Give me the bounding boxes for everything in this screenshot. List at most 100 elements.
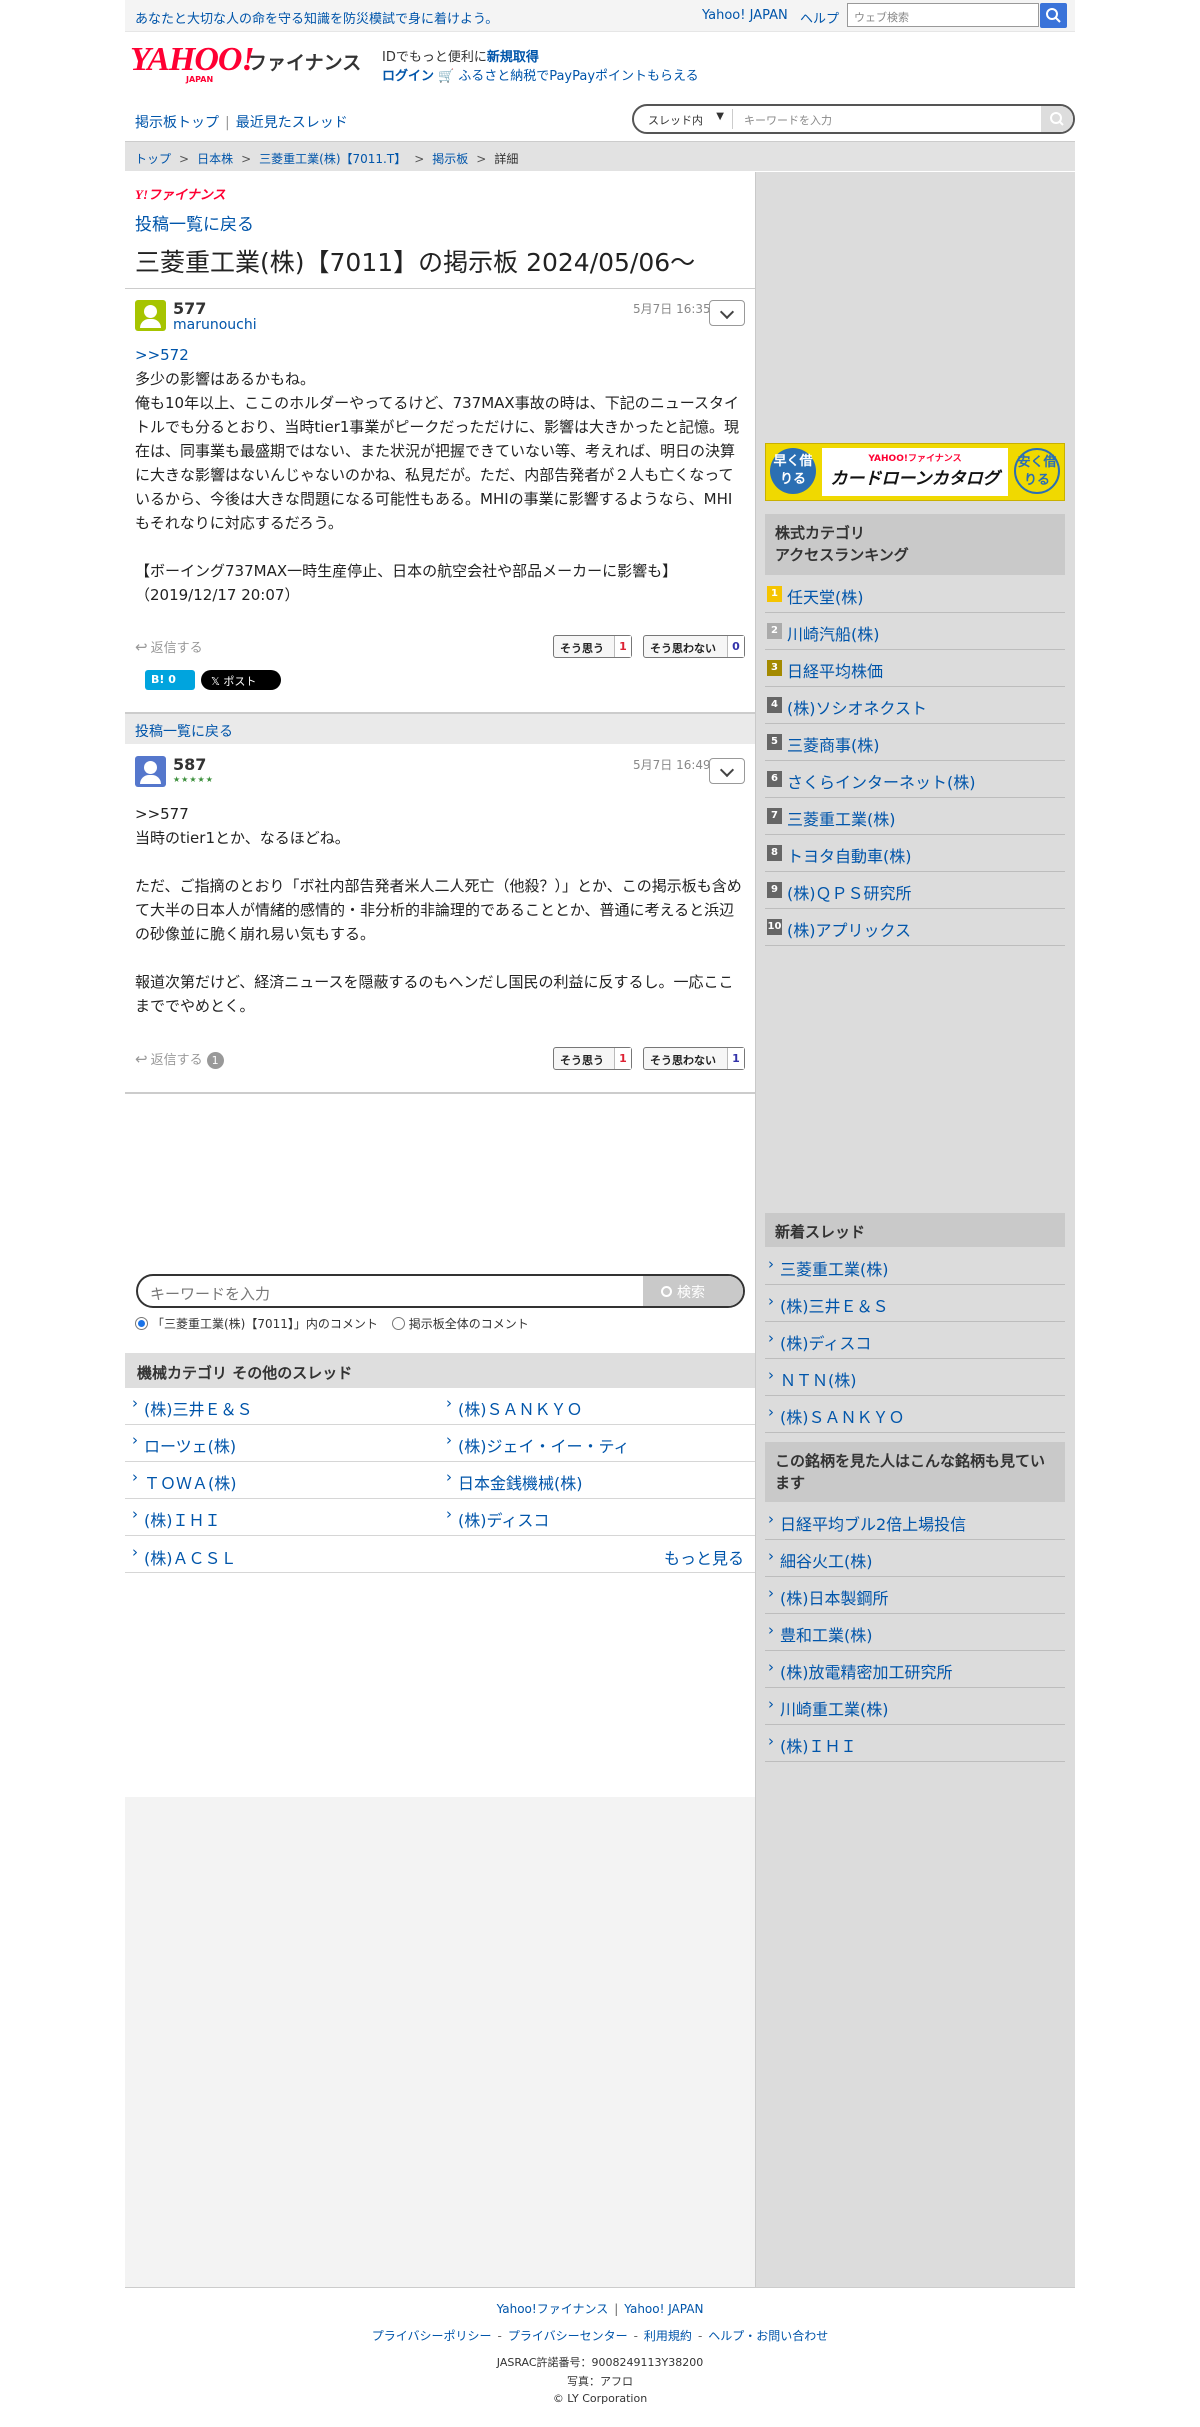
ranking-item[interactable]: 5 三菱商事(株) <box>765 724 1065 761</box>
disagree-button[interactable]: そう思わない 0 <box>643 635 745 658</box>
other-thread-link[interactable]: ＴＯＷＡ(株) <box>130 1468 237 1494</box>
other-thread-link[interactable]: (株)ジェイ・イー・ティ <box>444 1431 630 1457</box>
related-stock-link[interactable]: 川崎重工業(株) <box>765 1688 1065 1725</box>
breadcrumb-board[interactable]: 掲示板 <box>432 152 468 166</box>
footer-yahoo-link[interactable]: Yahoo! JAPAN <box>624 2302 703 2316</box>
other-thread-link[interactable]: 日本金銭機械(株) <box>444 1468 583 1494</box>
rank-number-badge: 9 <box>767 882 782 898</box>
register-link[interactable]: 新規取得 <box>487 50 539 65</box>
post-menu-button[interactable] <box>709 300 745 326</box>
agree-button[interactable]: そう思う 1 <box>553 635 632 658</box>
back-to-list-link[interactable]: 投稿一覧に戻る <box>135 724 233 740</box>
avatar[interactable] <box>135 756 166 787</box>
other-thread-link[interactable]: (株)ＳＡＮＫＹＯ <box>444 1394 583 1420</box>
rank-stock-name: 日経平均株価 <box>787 662 884 681</box>
ranking-item[interactable]: 7 三菱重工業(株) <box>765 798 1065 835</box>
thread-search-button[interactable] <box>1041 106 1073 132</box>
ranking-item[interactable]: 9 (株)ＱＰＳ研究所 <box>765 872 1065 909</box>
recent-threads-link[interactable]: 最近見たスレッド <box>236 115 348 131</box>
avatar[interactable] <box>135 300 166 331</box>
new-thread-link[interactable]: (株)ディスコ <box>765 1322 1065 1359</box>
footer-terms-link[interactable]: 利用規約 <box>644 2329 692 2343</box>
agree-button[interactable]: そう思う 1 <box>553 1047 632 1070</box>
post-menu-button[interactable] <box>709 758 745 784</box>
other-thread-link[interactable]: ローツェ(株) <box>130 1431 236 1457</box>
banner-title: カードローンカタログ <box>830 469 1000 489</box>
footer-separator: | <box>614 2302 619 2316</box>
board-top-link[interactable]: 掲示板トップ <box>135 115 219 131</box>
ranking-item[interactable]: 10 (株)アプリックス <box>765 909 1065 946</box>
scope-all-label[interactable]: 掲示板全体のコメント <box>409 1317 529 1331</box>
back-to-list-bar: 投稿一覧に戻る <box>125 712 755 744</box>
disagree-button[interactable]: そう思わない 1 <box>643 1047 745 1070</box>
web-search-button[interactable] <box>1040 3 1067 28</box>
reply-button[interactable]: ↩ 返信する <box>135 637 203 656</box>
divider <box>125 1092 755 1094</box>
card-loan-banner[interactable]: 早く借りる YAHOO!ファイナンス カードローンカタログ 安く借りる <box>765 443 1065 501</box>
banner-brand: YAHOO!ファイナンス <box>868 454 962 464</box>
x-post-label: ポスト <box>223 675 257 688</box>
back-to-list-link[interactable]: 投稿一覧に戻る <box>135 210 254 235</box>
disagree-count: 0 <box>727 636 744 657</box>
more-threads-link[interactable]: もっと見る <box>664 1545 744 1569</box>
page-title: 三菱重工業(株)【7011】の掲示板 2024/05/06〜 <box>135 248 696 277</box>
search-icon <box>1046 8 1061 23</box>
agree-label: そう思う <box>560 1054 604 1067</box>
related-stock-link[interactable]: 豊和工業(株) <box>765 1614 1065 1651</box>
related-stock-link[interactable]: (株)ＩＨＩ <box>765 1725 1065 1762</box>
other-thread-link[interactable]: (株)ＡＣＳＬ <box>130 1543 237 1569</box>
hatena-bookmark-button[interactable]: B! 0 <box>145 670 195 690</box>
other-thread-link[interactable]: (株)ＩＨＩ <box>130 1505 221 1531</box>
nav-separator: | <box>225 115 230 131</box>
post-user[interactable]: marunouchi <box>173 317 257 333</box>
related-stock-link[interactable]: 細谷火工(株) <box>765 1540 1065 1577</box>
site-name[interactable]: ファイナンス <box>248 48 361 75</box>
ranking-item[interactable]: 8 トヨタ自動車(株) <box>765 835 1065 872</box>
footer-help-link[interactable]: ヘルプ・お問い合わせ <box>708 2329 828 2343</box>
rank-stock-name: (株)アプリックス <box>787 921 912 940</box>
help-link[interactable]: ヘルプ <box>800 8 839 27</box>
thread-search-input[interactable]: キーワードを入力 <box>744 112 832 128</box>
yahoo-logo[interactable]: YAHOO! JAPAN <box>130 43 255 85</box>
footer-divider <box>125 2287 1075 2288</box>
ranking-item[interactable]: 2 川崎汽船(株) <box>765 613 1065 650</box>
comment-search-button[interactable]: 検索 <box>643 1276 743 1306</box>
related-stock-link[interactable]: (株)放電精密加工研究所 <box>765 1651 1065 1688</box>
login-link[interactable]: ログイン <box>382 69 434 84</box>
search-scope-select[interactable]: スレッド内 ▼ <box>638 109 733 129</box>
related-stock-link[interactable]: (株)日本製鋼所 <box>765 1577 1065 1614</box>
footer-privacy-center-link[interactable]: プライバシーセンター <box>508 2329 628 2343</box>
other-thread-link[interactable]: (株)三井Ｅ＆Ｓ <box>130 1394 253 1420</box>
finance-brand-logo: Y!ファイナンス <box>135 184 225 203</box>
footer-finance-link[interactable]: Yahoo!ファイナンス <box>497 2302 609 2316</box>
furusato-link[interactable]: ふるさと納税でPayPayポイントもらえる <box>458 69 698 84</box>
ranking-item[interactable]: 4 (株)ソシオネクスト <box>765 687 1065 724</box>
jasrac-number: JASRAC許諾番号：9008249113Y38200 <box>496 2356 704 2369</box>
web-search-input[interactable]: ウェブ検索 <box>847 3 1039 27</box>
new-thread-link[interactable]: 三菱重工業(株) <box>765 1248 1065 1285</box>
yahoo-japan-link[interactable]: Yahoo! JAPAN <box>702 8 788 23</box>
reply-button[interactable]: ↩ 返信する 1 <box>135 1049 224 1069</box>
footer-privacy-link[interactable]: プライバシーポリシー <box>372 2329 492 2343</box>
x-post-button[interactable]: 𝕏 ポスト <box>201 670 281 690</box>
ranking-item[interactable]: 3 日経平均株価 <box>765 650 1065 687</box>
breadcrumb-top[interactable]: トップ <box>135 152 171 166</box>
scope-all-radio[interactable] <box>391 1317 405 1330</box>
ranking-item[interactable]: 6 さくらインターネット(株) <box>765 761 1065 798</box>
related-stock-link[interactable]: 日経平均ブル2倍上場投信 <box>765 1503 1065 1540</box>
scope-thread-radio[interactable] <box>135 1317 148 1330</box>
new-thread-link[interactable]: (株)ＳＡＮＫＹＯ <box>765 1396 1065 1433</box>
new-thread-link[interactable]: ＮＴＮ(株) <box>765 1359 1065 1396</box>
breadcrumb-stock[interactable]: 三菱重工業(株)【7011.T】 <box>259 152 406 166</box>
comment-search: キーワードを入力 検索 <box>136 1274 745 1308</box>
promo-link[interactable]: あなたと大切な人の命を守る知識を防災模試で身に着けよう。 <box>135 8 498 27</box>
breadcrumb-jp-stocks[interactable]: 日本株 <box>197 152 233 166</box>
comment-search-input[interactable]: キーワードを入力 <box>150 1283 270 1304</box>
reply-ref-link[interactable]: >>572 <box>135 343 745 367</box>
new-thread-link[interactable]: (株)三井Ｅ＆Ｓ <box>765 1285 1065 1322</box>
other-thread-link[interactable]: (株)ディスコ <box>444 1505 549 1531</box>
ranking-item[interactable]: 1 任天堂(株) <box>765 576 1065 613</box>
agree-label: そう思う <box>560 642 604 655</box>
chevron-down-icon: ▼ <box>716 111 724 122</box>
scope-thread-label[interactable]: 「三菱重工業(株)【7011】」内のコメント <box>152 1317 378 1331</box>
